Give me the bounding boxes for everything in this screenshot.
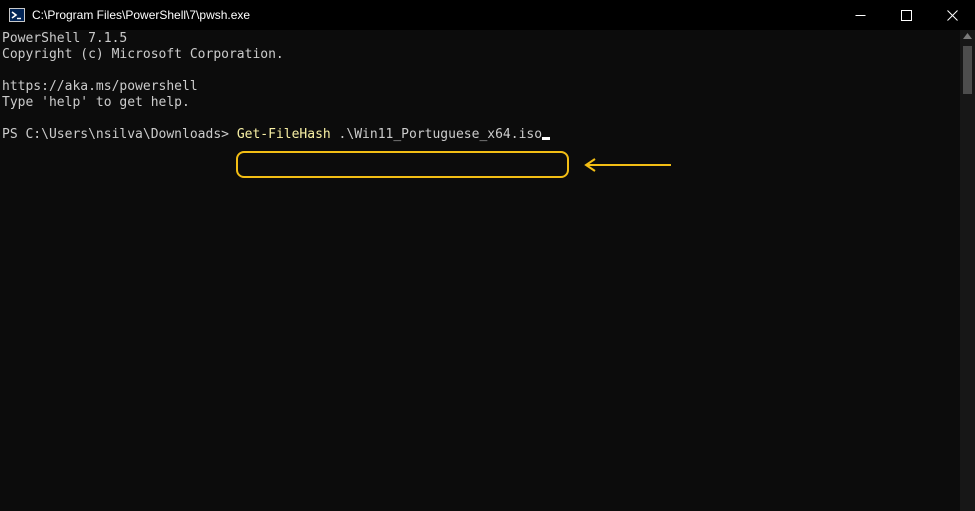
scroll-up-icon[interactable]: [963, 33, 972, 39]
close-button[interactable]: [929, 0, 975, 30]
powershell-icon: [9, 7, 25, 23]
command-highlight: [236, 151, 569, 178]
prompt-line[interactable]: PS C:\Users\nsilva\Downloads> Get-FileHa…: [2, 127, 551, 143]
vertical-scrollbar[interactable]: [960, 30, 975, 511]
minimize-button[interactable]: [837, 0, 883, 30]
scroll-thumb[interactable]: [963, 46, 972, 94]
minimize-icon: [855, 15, 866, 16]
command-argument: .\Win11_Portuguese_x64.iso: [330, 127, 543, 142]
url-line: https://aka.ms/powershell: [2, 79, 198, 94]
command-name: Get-FileHash: [236, 127, 331, 142]
version-line: PowerShell 7.1.5: [2, 31, 128, 46]
terminal-window: C:\Program Files\PowerShell\7\pwsh.exe P…: [0, 0, 975, 511]
copyright-line: Copyright (c) Microsoft Corporation.: [2, 47, 284, 62]
close-icon: [947, 10, 958, 21]
title-bar[interactable]: C:\Program Files\PowerShell\7\pwsh.exe: [0, 0, 975, 30]
left-arrow-icon: [583, 158, 673, 176]
maximize-icon: [901, 10, 912, 21]
window-title: C:\Program Files\PowerShell\7\pwsh.exe: [32, 8, 251, 22]
console-output[interactable]: PowerShell 7.1.5 Copyright (c) Microsoft…: [0, 30, 960, 511]
prompt-text: PS C:\Users\nsilva\Downloads>: [2, 127, 237, 142]
text-cursor: [542, 137, 551, 140]
maximize-button[interactable]: [883, 0, 929, 30]
help-line: Type 'help' to get help.: [2, 95, 190, 110]
